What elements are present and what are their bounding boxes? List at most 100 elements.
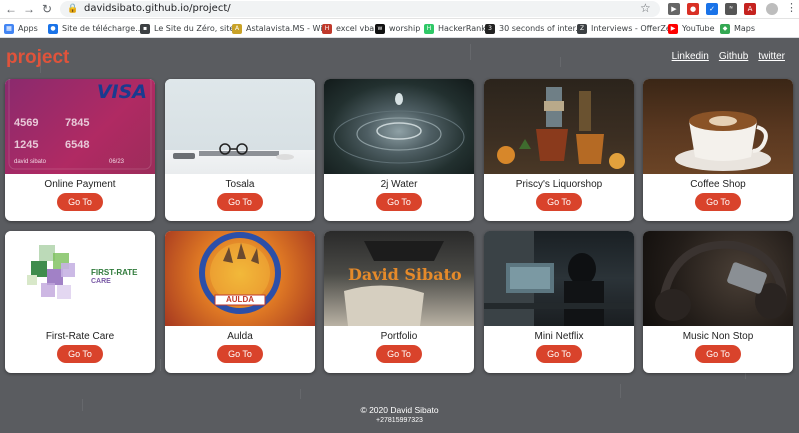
go-to-button[interactable]: Go To	[217, 345, 263, 363]
coffee-cup-art	[675, 111, 771, 171]
card-holder-text: david sibato	[14, 159, 47, 165]
project-title: First-Rate Care	[45, 331, 115, 342]
project-card-priscys-liquorshop: Priscy's Liquorshop Go To	[484, 79, 634, 221]
project-card-music-non-stop: Music Non Stop Go To	[643, 231, 793, 373]
go-to-button[interactable]: Go To	[695, 193, 741, 211]
rain-streak	[160, 359, 161, 371]
project-title: Coffee Shop	[690, 179, 746, 190]
browser-toolbar: ← → ↻ 🔒 davidsibato.github.io/project/ ☆…	[0, 0, 799, 19]
water-ripple-art	[333, 93, 465, 164]
glasses-desk-art	[173, 143, 294, 160]
site-logo[interactable]: project	[6, 47, 69, 69]
first-rate-care-name: FIRST-RATE	[91, 268, 138, 277]
first-rate-care-art	[27, 245, 75, 299]
card-number-text: 6548	[65, 139, 90, 151]
thirty-icon: 3	[485, 23, 495, 34]
headphones-art	[655, 240, 787, 321]
aulda-logo: AULDA	[165, 231, 315, 326]
go-to-button[interactable]: Go To	[57, 345, 103, 363]
bookmark-excel-vba[interactable]: Hexcel vba	[322, 22, 374, 35]
youtube-icon: ▶	[668, 23, 678, 34]
maps-icon: ◆	[720, 23, 730, 34]
project-title: Mini Netflix	[534, 331, 584, 342]
bookmarks-bar: ▦ Apps ● Site de télécharge... ▪ Le Site du…	[0, 19, 799, 38]
hl-icon: H	[322, 23, 332, 34]
project-card-mini-netflix: Mini Netflix Go To	[484, 231, 634, 373]
bookmark-30-seconds[interactable]: 3 30 seconds of inter...	[485, 22, 583, 35]
linkedin-link[interactable]: Linkedin	[672, 51, 709, 62]
project-card-2j-water: 2j Water Go To	[324, 79, 474, 221]
rain-streak	[560, 57, 561, 67]
github-link[interactable]: Github	[719, 51, 748, 62]
bookmark-youtube[interactable]: ▶ YouTube	[668, 22, 715, 35]
worship-icon: w	[375, 23, 385, 34]
extension-grey-icon[interactable]: ᴺ	[725, 3, 737, 15]
hackerrank-icon: H	[424, 23, 434, 34]
bookmark-offerzen[interactable]: Z Interviews - OfferZen	[577, 22, 676, 35]
rain-streak	[300, 389, 301, 399]
glasses-desk-image	[165, 79, 315, 174]
visa-logo: VISA	[96, 81, 147, 103]
liquor-drinks-image	[484, 79, 634, 174]
project-title: Priscy's Liquorshop	[515, 179, 603, 190]
astalavista-icon: A	[232, 23, 242, 34]
card-number-text: 4569	[14, 117, 39, 129]
aulda-text: AULDA	[226, 295, 254, 304]
project-card-first-rate-care: FIRST-RATE CARE First-Rate Care Go To	[5, 231, 155, 373]
forward-icon[interactable]: →	[22, 2, 36, 16]
go-to-button[interactable]: Go To	[57, 193, 103, 211]
coffee-cup-image	[643, 79, 793, 174]
go-to-button[interactable]: Go To	[695, 345, 741, 363]
bookmark-site-du-zero[interactable]: ▪ Le Site du Zéro, site...	[140, 22, 242, 35]
extension-red-icon[interactable]: ●	[687, 3, 699, 15]
first-rate-care-sub: CARE	[91, 278, 111, 285]
card-number-text: 7845	[65, 117, 90, 129]
drinks-art	[497, 87, 625, 169]
first-rate-care-logo: FIRST-RATE CARE	[5, 231, 155, 326]
bookmark-apps[interactable]: ▦ Apps	[4, 22, 38, 35]
extension-icon[interactable]: ▶	[668, 3, 680, 15]
profile-avatar-icon[interactable]	[766, 3, 778, 15]
rain-streak	[470, 44, 471, 60]
project-title: Music Non Stop	[682, 331, 754, 342]
computer-desk-image	[484, 231, 634, 326]
bookmark-hackerrank[interactable]: H HackerRank	[424, 22, 486, 35]
page: project Linkedin Github twitter VISA 456…	[0, 39, 799, 433]
project-card-aulda: AULDA Aulda Go To	[165, 231, 315, 373]
address-bar[interactable]: 🔒 davidsibato.github.io/project/	[60, 1, 660, 17]
go-to-button[interactable]: Go To	[217, 193, 263, 211]
menu-icon[interactable]: ⋮	[786, 1, 797, 14]
copyright-text: © 2020 David Sibato	[360, 405, 439, 415]
bookmark-star-icon[interactable]: ☆	[640, 1, 651, 15]
go-to-button[interactable]: Go To	[536, 193, 582, 211]
bookmark-worship[interactable]: w worship	[375, 22, 420, 35]
portfolio-signature: David Sibato	[348, 265, 462, 284]
lock-icon: 🔒	[67, 3, 79, 13]
bookmark-astalavista[interactable]: A Astalavista.MS - Wi...	[232, 22, 330, 35]
project-title: 2j Water	[380, 179, 418, 190]
extension-blue-icon[interactable]: ✓	[706, 3, 718, 15]
project-card-online-payment: VISA 4569 7845 1245 6548 david sibato 06…	[5, 79, 155, 221]
water-drop-image	[324, 79, 474, 174]
go-to-button[interactable]: Go To	[376, 193, 422, 211]
url-text: davidsibato.github.io/project/	[84, 3, 231, 14]
footer: © 2020 David Sibato +27815997323	[0, 405, 799, 424]
bookmark-site-de-telechargement[interactable]: ● Site de télécharge...	[48, 22, 143, 35]
twitter-link[interactable]: twitter	[758, 51, 785, 62]
aulda-art	[199, 232, 281, 314]
pdf-extension-icon[interactable]: A	[744, 3, 756, 15]
project-title: Aulda	[227, 331, 253, 342]
offerzen-icon: Z	[577, 23, 587, 34]
reload-icon[interactable]: ↻	[40, 2, 54, 16]
card-number-text: 1245	[14, 139, 39, 151]
headphones-image	[643, 231, 793, 326]
top-nav: Linkedin Github twitter	[672, 51, 785, 62]
bookmark-maps[interactable]: ◆ Maps	[720, 22, 755, 35]
card-expiry-text: 06/23	[109, 159, 125, 165]
project-card-coffee-shop: Coffee Shop Go To	[643, 79, 793, 221]
back-icon[interactable]: ←	[4, 2, 18, 16]
project-card-tosala: Tosala Go To	[165, 79, 315, 221]
go-to-button[interactable]: Go To	[376, 345, 422, 363]
phone-number: +27815997323	[376, 417, 423, 424]
go-to-button[interactable]: Go To	[536, 345, 582, 363]
